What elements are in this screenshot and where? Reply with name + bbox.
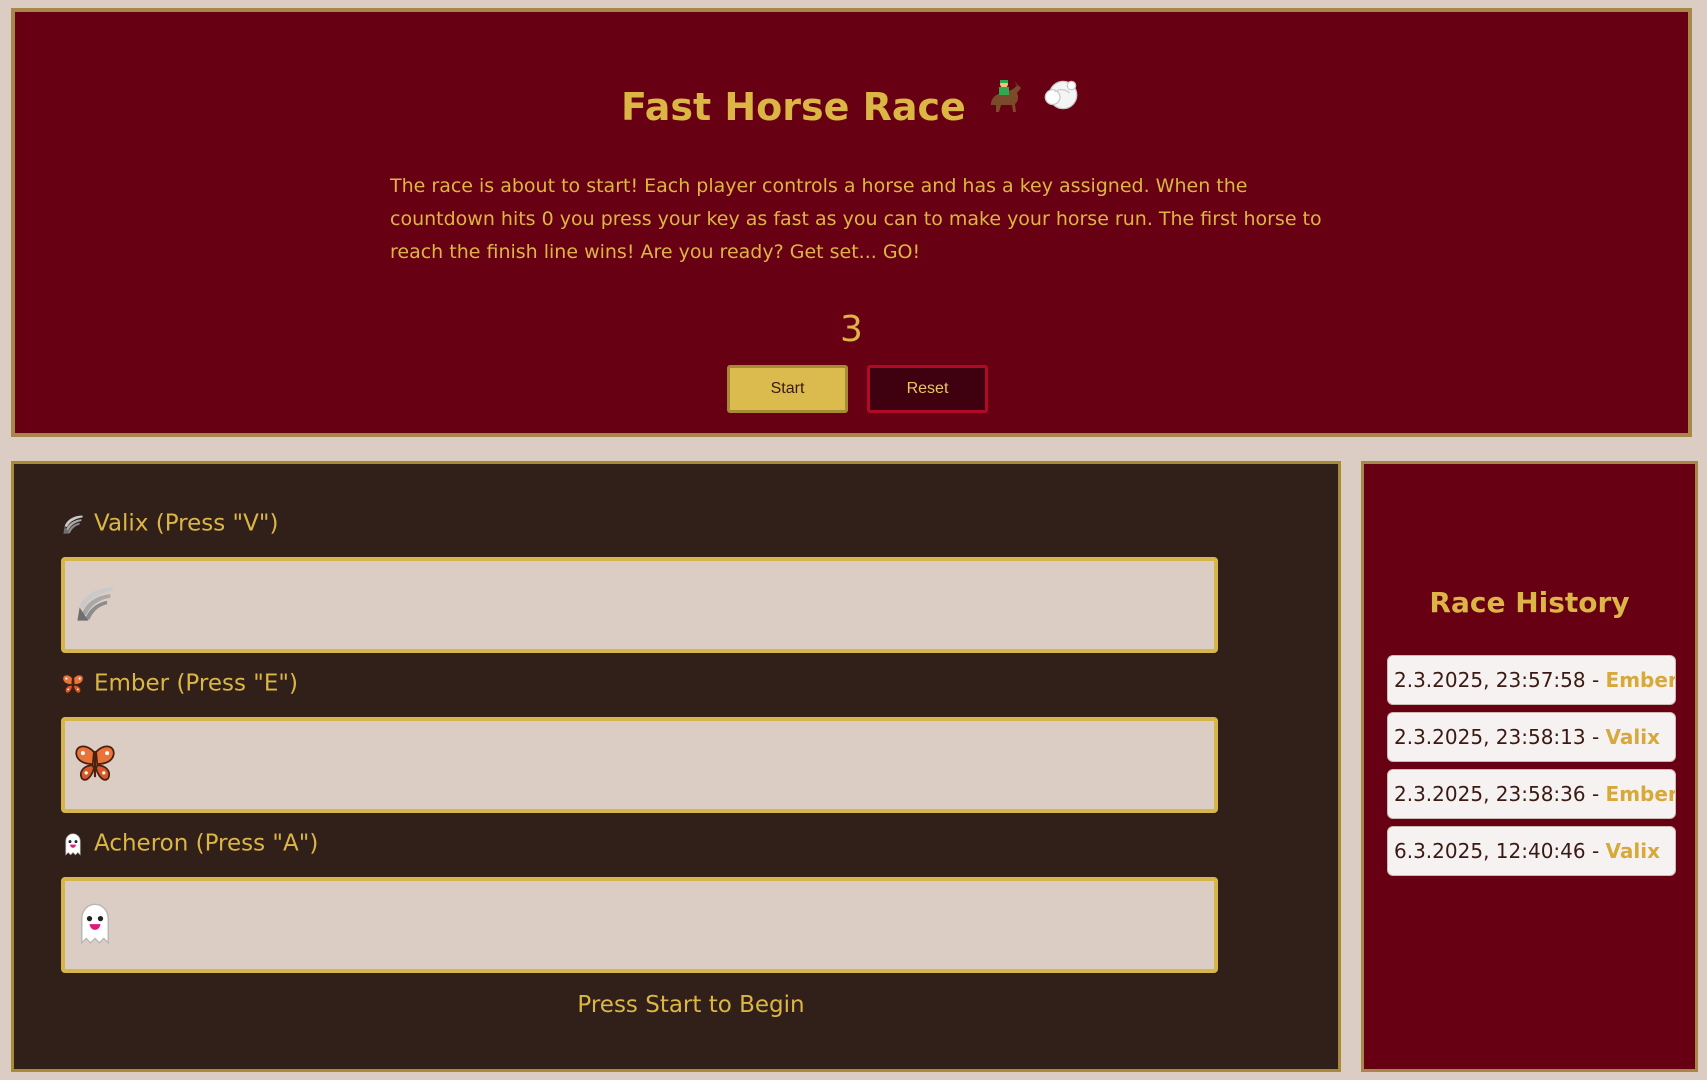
history-entry: 2.3.2025, 23:58:36 - Ember [1387,769,1676,819]
countdown: 3 [840,309,863,350]
history-winner: Valix [1605,839,1661,863]
racer-name: Acheron (Press "A") [94,830,319,857]
history-entry: 6.3.2025, 12:40:46 - Valix [1387,826,1676,876]
race-panel: Valix (Press "V") Ember (Press "E") Ache… [11,461,1341,1072]
race-description: The race is about to start! Each player … [390,175,1322,263]
history-time: 6.3.2025, 12:40:46 [1394,839,1586,863]
header-panel: Fast Horse Race The race is about to sta… [11,8,1692,437]
race-track-acheron [61,877,1218,973]
racer-label-valix: Valix (Press "V") [61,505,278,541]
race-track-ember [61,717,1218,813]
history-separator: - [1585,782,1606,806]
racer-name: Ember (Press "E") [94,670,298,697]
racer-name: Valix (Press "V") [94,510,279,537]
title-row: Fast Horse Race [15,74,1688,132]
wing-icon [61,512,85,536]
history-entry: 2.3.2025, 23:57:58 - Ember [1387,655,1676,705]
history-time: 2.3.2025, 23:58:36 [1394,782,1586,806]
page-title: Fast Horse Race [620,85,966,129]
history-separator: - [1585,668,1606,692]
racer-label-ember: Ember (Press "E") [61,665,298,701]
history-entry: 2.3.2025, 23:58:13 - Valix [1387,712,1676,762]
wing-icon [73,581,117,625]
butterfly-icon [73,741,117,785]
ghost-icon [61,832,85,856]
horse-racing-icon [985,75,1025,139]
butterfly-icon [61,672,85,696]
history-time: 2.3.2025, 23:57:58 [1394,668,1586,692]
racer-label-acheron: Acheron (Press "A") [61,825,318,861]
dash-cloud-icon [1040,74,1082,140]
history-winner: Valix [1605,725,1661,749]
history-winner: Ember [1605,668,1676,692]
history-separator: - [1585,839,1606,863]
history-title: Race History [1429,586,1630,619]
history-winner: Ember [1605,782,1676,806]
reset-button[interactable]: Reset [867,365,988,413]
race-status: Press Start to Begin [577,992,805,1018]
ghost-icon [73,901,117,945]
start-button[interactable]: Start [727,365,848,413]
history-separator: - [1585,725,1606,749]
history-list: 2.3.2025, 23:57:58 - Ember 2.3.2025, 23:… [1387,655,1676,883]
race-track-valix [61,557,1218,653]
history-panel: Race History 2.3.2025, 23:57:58 - Ember … [1361,461,1698,1072]
history-time: 2.3.2025, 23:58:13 [1394,725,1586,749]
